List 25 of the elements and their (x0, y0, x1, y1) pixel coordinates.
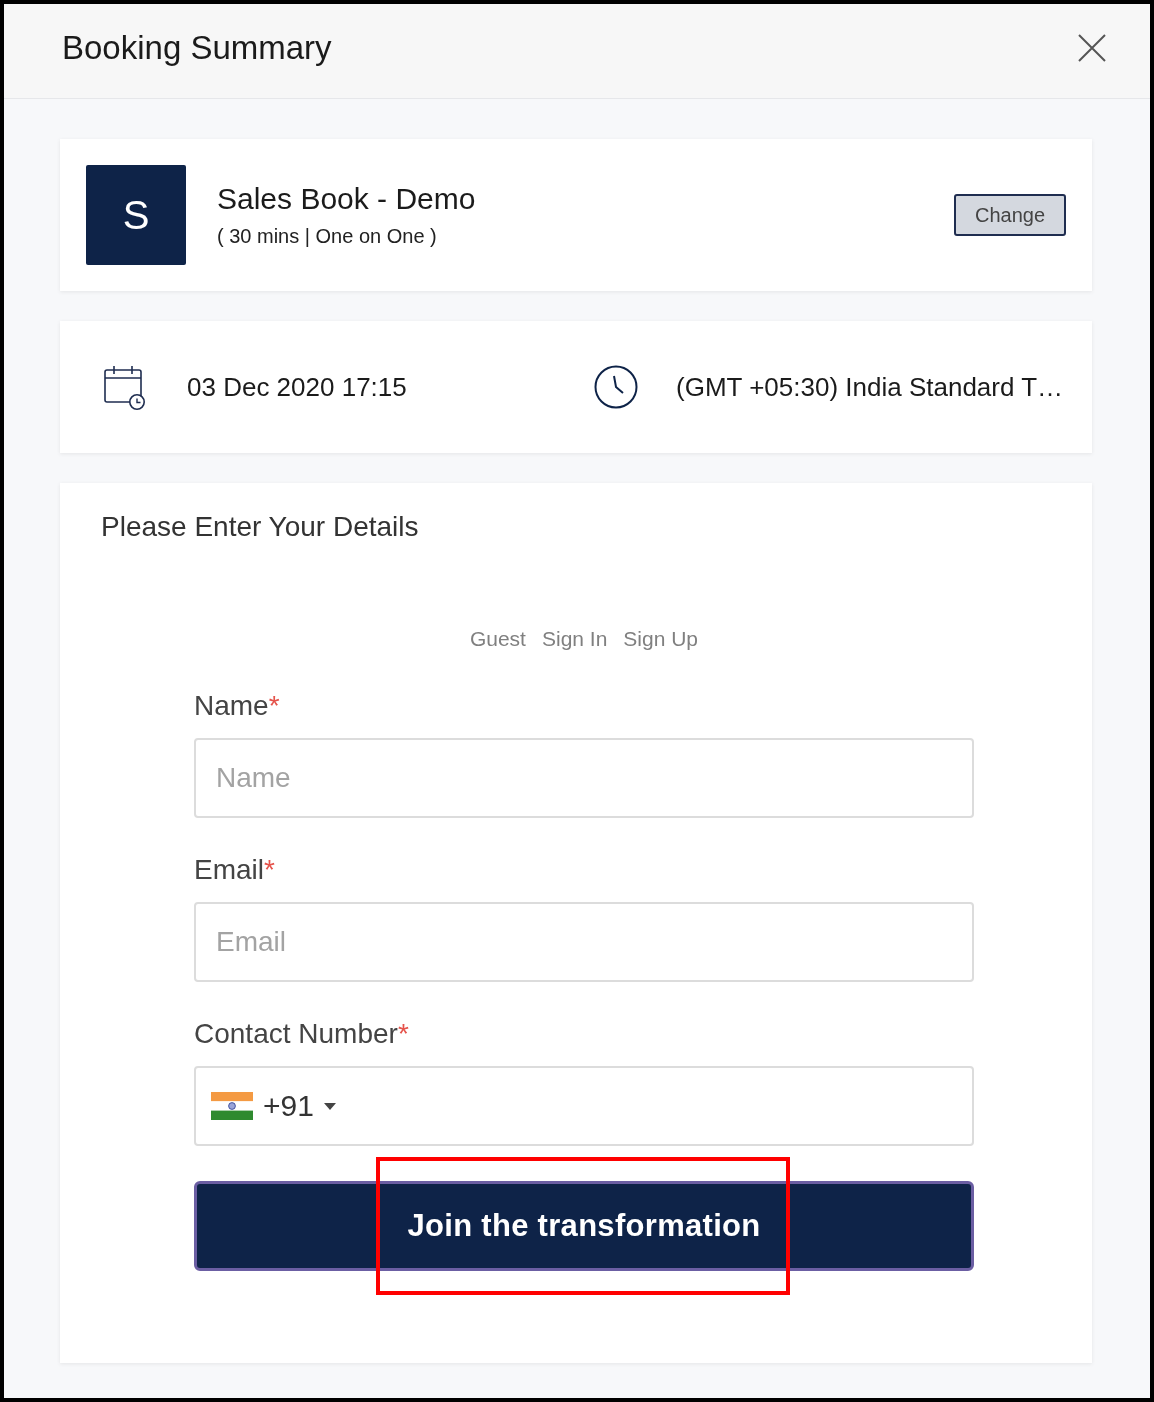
flag-icon (211, 1092, 253, 1120)
event-initial-tile: S (86, 165, 186, 265)
event-details: ( 30 mins | One on One ) (217, 224, 437, 248)
field-label: Email* (194, 853, 275, 887)
account-tab[interactable]: Sign In (541, 626, 608, 652)
caret-icon (323, 1102, 336, 1110)
date-time-text: 03 Dec 2020 17:15 (187, 371, 407, 403)
form-heading: Please Enter Your Details (101, 510, 420, 544)
close-icon (1078, 34, 1106, 62)
input-field[interactable]: Email (194, 902, 974, 982)
country-code-dropdown[interactable]: +91 (211, 1088, 336, 1124)
clock-icon (594, 365, 638, 409)
phone-input-field[interactable]: +91 (194, 1066, 974, 1146)
field-label: Contact Number* (194, 1017, 409, 1051)
event-title: Sales Book - Demo (217, 182, 476, 216)
timezone-text: (GMT +05:30) India Standard T… (676, 371, 1064, 403)
submit-button[interactable]: Join the transformation (194, 1181, 974, 1271)
close-button[interactable] (1078, 34, 1106, 62)
calendar-icon (104, 364, 146, 410)
field-label: Name* (194, 689, 280, 723)
account-tab[interactable]: Sign Up (623, 626, 699, 652)
input-field[interactable]: Name (194, 738, 974, 818)
account-tab[interactable]: Guest (469, 626, 526, 652)
dialog-title: Booking Summary (62, 28, 332, 68)
change-button[interactable]: Change (954, 194, 1066, 236)
